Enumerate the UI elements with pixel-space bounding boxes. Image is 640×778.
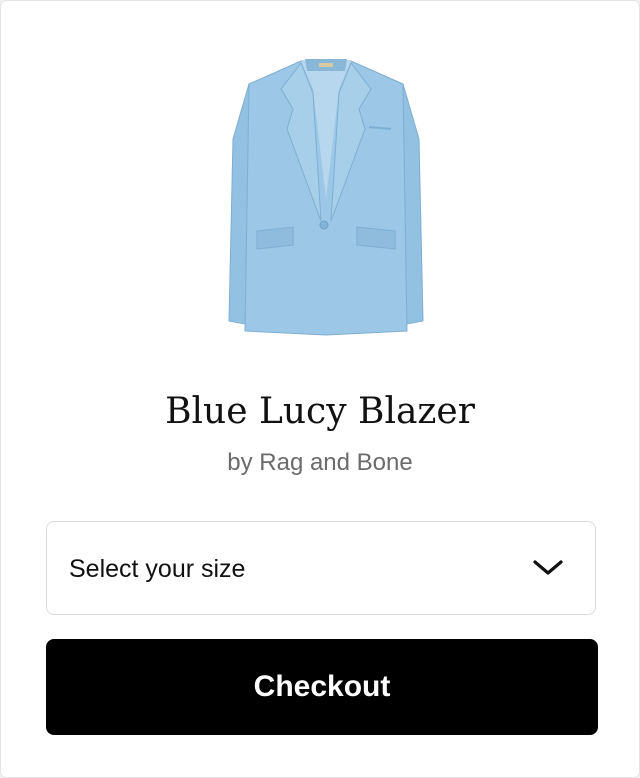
product-image — [228, 59, 424, 336]
chevron-down-icon — [533, 560, 563, 575]
size-select-label: Select your size — [69, 555, 246, 583]
product-card: Blue Lucy Blazer by Rag and Bone Select … — [0, 0, 640, 778]
product-title: Blue Lucy Blazer — [165, 391, 475, 432]
checkout-button[interactable]: Checkout — [46, 639, 598, 735]
product-brand: by Rag and Bone — [227, 449, 413, 476]
size-select[interactable]: Select your size — [46, 521, 596, 615]
